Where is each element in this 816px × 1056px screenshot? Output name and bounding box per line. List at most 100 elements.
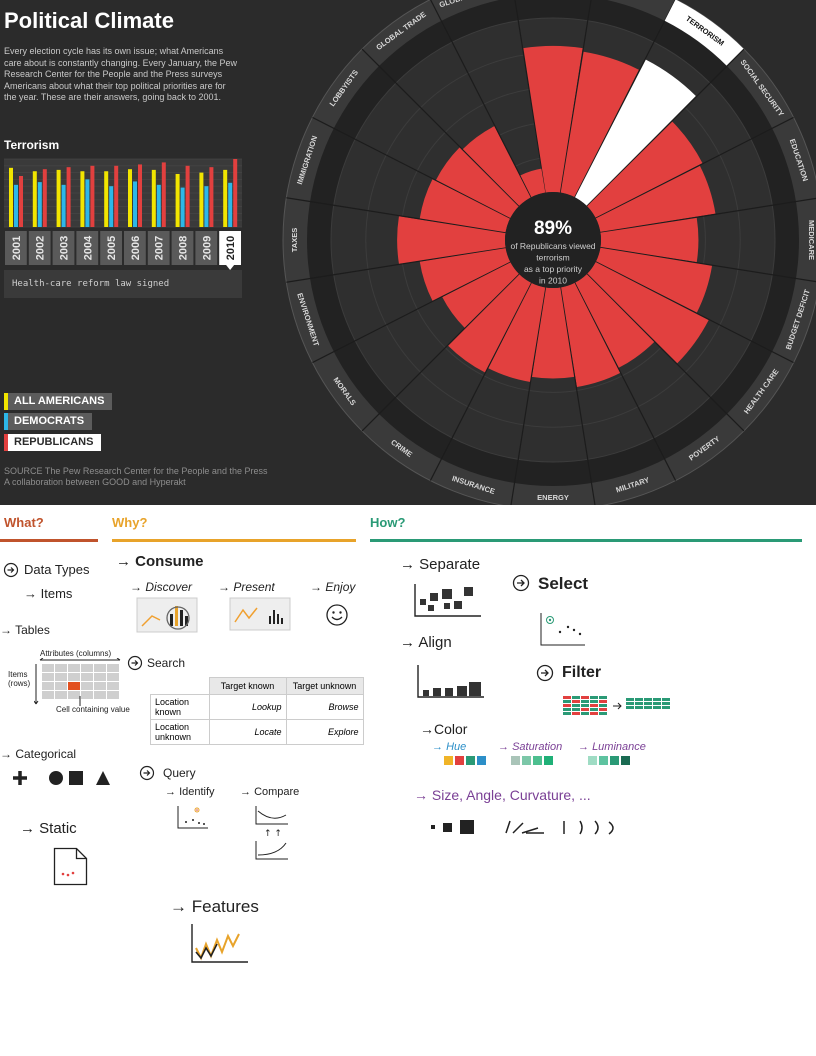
filter-cell (590, 704, 598, 707)
size-angle-label: → Size, Angle, Curvature, ... (414, 787, 591, 803)
items-rows-label: Items (rows) (8, 670, 30, 688)
grid-cell (107, 673, 119, 681)
filter-cell (572, 708, 580, 711)
filter-arrow (613, 702, 622, 710)
identify-text: Identify (179, 786, 215, 798)
consume-text: Consume (135, 553, 204, 570)
table-grid-icon (34, 658, 121, 706)
categorical-text: Categorical (15, 747, 77, 761)
filter-cell (563, 700, 571, 703)
filter-cell (581, 704, 589, 707)
static-doc-icon (53, 847, 88, 886)
grid-cell (68, 691, 80, 699)
filter-cell (563, 696, 571, 699)
color-label: →Color (420, 721, 468, 737)
filter-cell (635, 702, 643, 705)
filter-cell (581, 712, 589, 715)
compare-label: → Compare (240, 786, 300, 798)
filter-cell (590, 708, 598, 711)
table-cell: Browse (285, 694, 364, 720)
tables-text: Tables (15, 623, 50, 637)
circle-arrow-icon (127, 655, 143, 671)
filter-cell (599, 704, 607, 707)
hue-label: → Hue (432, 741, 467, 753)
grid-cell (68, 682, 80, 690)
sector-label: ENERGY (537, 493, 569, 502)
filter-cell (635, 698, 643, 701)
grid-cell (107, 682, 119, 690)
table-cell: Lookup (208, 694, 287, 720)
grid-cell (81, 682, 93, 690)
luminance-label: → Luminance (578, 741, 646, 753)
tables-label: → Tables (0, 623, 50, 637)
filter-cell (581, 708, 589, 711)
filter-cell (662, 706, 670, 709)
align-icon (417, 665, 484, 698)
filter-cell (626, 698, 634, 701)
why-header: Why? (112, 515, 148, 530)
items-label: → Items (24, 586, 73, 601)
search-table: Target known Target unknown Location kno… (150, 677, 364, 745)
identify-icon (177, 806, 208, 829)
filter-cell (590, 696, 598, 699)
attributes-label: Attributes (columns) (40, 649, 112, 658)
circle-arrow-icon (512, 574, 530, 592)
sector-label: TAXES (290, 228, 299, 252)
grid-cell (81, 691, 93, 699)
center-caption-line: as a top priority (524, 264, 583, 274)
filter-cell (635, 706, 643, 709)
filter-cell (590, 700, 598, 703)
data-types-label: Data Types (24, 562, 90, 577)
query-label: Query (163, 766, 196, 780)
consume-label: → Consume (116, 553, 204, 570)
grid-cell (81, 673, 93, 681)
filter-cell (572, 700, 580, 703)
grid-cell (81, 664, 93, 672)
grid-cell (55, 682, 67, 690)
grid-cell (94, 673, 106, 681)
filter-cell (581, 696, 589, 699)
align-label: → Align (400, 634, 452, 651)
items-rows-line2: (rows) (8, 679, 31, 688)
filter-cell (644, 698, 652, 701)
grid-cell (107, 664, 119, 672)
grid-cell (94, 682, 106, 690)
filter-icon (563, 696, 670, 715)
filter-cell (563, 712, 571, 715)
filter-cell (644, 706, 652, 709)
present-icon (229, 597, 291, 631)
size-angle-text: Size, Angle, Curvature, ... (431, 787, 591, 803)
filter-cell (599, 708, 607, 711)
radial-chart[interactable]: ECONOMYJOBSTERRORISMSOCIAL SECURITYEDUCA… (0, 0, 816, 505)
present-label: → Present (218, 580, 275, 594)
cell-label: Cell containing value (56, 705, 130, 714)
grid-cell (42, 664, 54, 672)
luminance-text: Luminance (592, 741, 646, 753)
grid-cell (55, 664, 67, 672)
color-text: Color (434, 721, 468, 737)
filter-cell (626, 702, 634, 705)
grid-cell (42, 691, 54, 699)
select-label: Select (538, 574, 589, 593)
table-row: Location known Lookup Browse (150, 694, 364, 720)
search-label: Search (147, 656, 186, 670)
categorical-marks-icon (13, 771, 110, 785)
filter-cell (662, 702, 670, 705)
present-text: Present (233, 580, 275, 594)
select-icon (540, 613, 585, 646)
color-swatches (444, 756, 630, 765)
grid-cell (94, 691, 106, 699)
filter-cell (599, 696, 607, 699)
grid-cell (42, 682, 54, 690)
table-header-cell: Target known (208, 677, 287, 695)
compare-text: Compare (254, 786, 300, 798)
table-corner (150, 677, 209, 695)
enjoy-label: → Enjoy (310, 580, 356, 594)
filter-cell (644, 702, 652, 705)
features-text: Features (191, 897, 259, 916)
what-header: What? (4, 515, 44, 530)
compare-icon: ↑ ↑ (255, 806, 288, 860)
filter-cell (572, 696, 580, 699)
rows-arrow (34, 664, 39, 705)
features-icon (191, 924, 248, 963)
